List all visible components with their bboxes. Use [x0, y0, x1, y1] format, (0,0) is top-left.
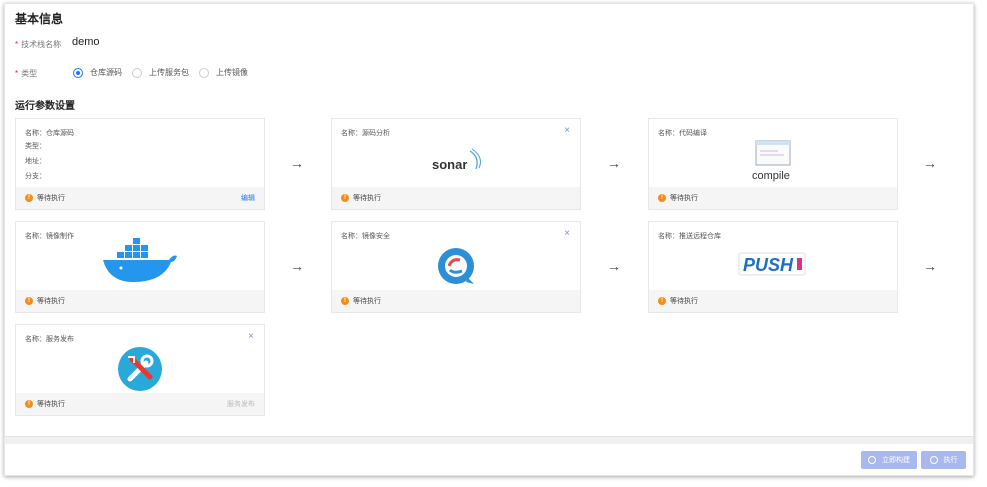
card-name: 名称：源码分析	[341, 130, 390, 137]
pipeline-card-source[interactable]: 名称：仓库源码 类型： 地址： 分支： ! 等待执行 编辑	[15, 118, 265, 210]
push-logo: PUSH	[649, 250, 897, 278]
arrow-right-icon: →	[290, 258, 304, 274]
docker-logo	[16, 238, 264, 286]
radio-upload-image[interactable]: 上传镜像	[199, 67, 248, 78]
execute-button[interactable]: 执行	[921, 451, 966, 469]
close-icon[interactable]: ×	[564, 125, 570, 136]
card-footer: ! 等待执行	[16, 290, 264, 312]
warning-icon: !	[341, 297, 349, 305]
pipeline-card-docker[interactable]: 名称：镜像制作 ! 等待执行	[15, 221, 265, 313]
radio-source-repo[interactable]: 仓库源码	[73, 67, 122, 78]
radio-dot	[73, 67, 83, 78]
arrow-right-icon: →	[607, 258, 621, 274]
warning-icon: !	[658, 297, 666, 305]
main-panel: 基本信息 * 技术栈名称 demo * 类型 仓库源码 上传服务包 上传镜像 运行参…	[4, 3, 974, 476]
card-footer: ! 等待执行	[332, 187, 580, 209]
card-meta-address: 地址：	[25, 158, 46, 165]
card-status: 等待执行	[37, 298, 65, 305]
tools-logo	[16, 345, 264, 393]
warning-icon: !	[25, 297, 33, 305]
radio-dot	[132, 67, 142, 78]
card-footer: ! 等待执行	[649, 187, 897, 209]
arrow-right-icon: →	[607, 155, 621, 171]
warning-icon: !	[341, 194, 349, 202]
sonar-logo-text: sonar	[432, 157, 467, 172]
card-footer: ! 等待执行 服务发布	[16, 393, 264, 415]
deploy-link[interactable]: 服务发布	[227, 399, 255, 409]
card-footer: ! 等待执行	[332, 290, 580, 312]
close-icon[interactable]: ×	[248, 331, 254, 342]
card-status: 等待执行	[37, 195, 65, 202]
radio-upload-package[interactable]: 上传服务包	[132, 67, 189, 78]
card-status: 等待执行	[353, 195, 381, 202]
warning-icon: !	[25, 400, 33, 408]
footer-divider	[5, 436, 973, 444]
card-meta-type: 类型：	[25, 143, 46, 150]
push-logo-text: PUSH	[743, 255, 794, 275]
basic-info-title: 基本信息	[15, 12, 64, 26]
arrow-right-icon: →	[923, 258, 937, 274]
compile-logo-text: compile	[752, 170, 790, 182]
refresh-icon	[868, 456, 876, 464]
type-label: * 类型	[15, 69, 38, 78]
edit-link[interactable]: 编辑	[241, 193, 255, 203]
pipeline-card-security[interactable]: 名称：镜像安全 × ! 等待执行	[331, 221, 581, 313]
card-name: 名称：推送远程仓库	[658, 233, 721, 240]
card-status: 等待执行	[670, 195, 698, 202]
warning-icon: !	[25, 194, 33, 202]
warning-icon: !	[658, 194, 666, 202]
pipeline-card-sonar[interactable]: 名称：源码分析 × sonar ! 等待执行	[331, 118, 581, 210]
arrow-right-icon: →	[290, 155, 304, 171]
pipeline-card-push[interactable]: 名称：推送远程仓库 PUSH ! 等待执行	[648, 221, 898, 313]
pipeline-card-compile[interactable]: 名称：代码编译 compile ! 等待执行	[648, 118, 898, 210]
sonar-logo: sonar	[332, 147, 580, 177]
name-value[interactable]: demo	[72, 36, 100, 48]
card-status: 等待执行	[670, 298, 698, 305]
card-footer: ! 等待执行	[649, 290, 897, 312]
card-status: 等待执行	[37, 401, 65, 408]
card-name: 名称：仓库源码	[25, 130, 74, 137]
card-status: 等待执行	[353, 298, 381, 305]
card-meta-branch: 分支：	[25, 173, 46, 180]
security-scan-logo	[332, 244, 580, 288]
card-name: 名称：代码编译	[658, 130, 707, 137]
compile-logo: compile	[649, 139, 897, 183]
run-params-title: 运行参数设置	[15, 101, 75, 112]
card-footer: ! 等待执行 编辑	[16, 187, 264, 209]
radio-dot	[199, 67, 209, 78]
pipeline-card-deploy[interactable]: 名称：服务发布 × ! 等待执行 服务发布	[15, 324, 265, 416]
arrow-right-icon: →	[923, 155, 937, 171]
close-icon[interactable]: ×	[564, 228, 570, 239]
build-now-button[interactable]: 立即构建	[861, 451, 917, 469]
card-name: 名称：服务发布	[25, 336, 74, 343]
name-label: * 技术栈名称	[15, 40, 62, 49]
play-icon	[929, 456, 938, 464]
card-name: 名称：镜像安全	[341, 233, 390, 240]
